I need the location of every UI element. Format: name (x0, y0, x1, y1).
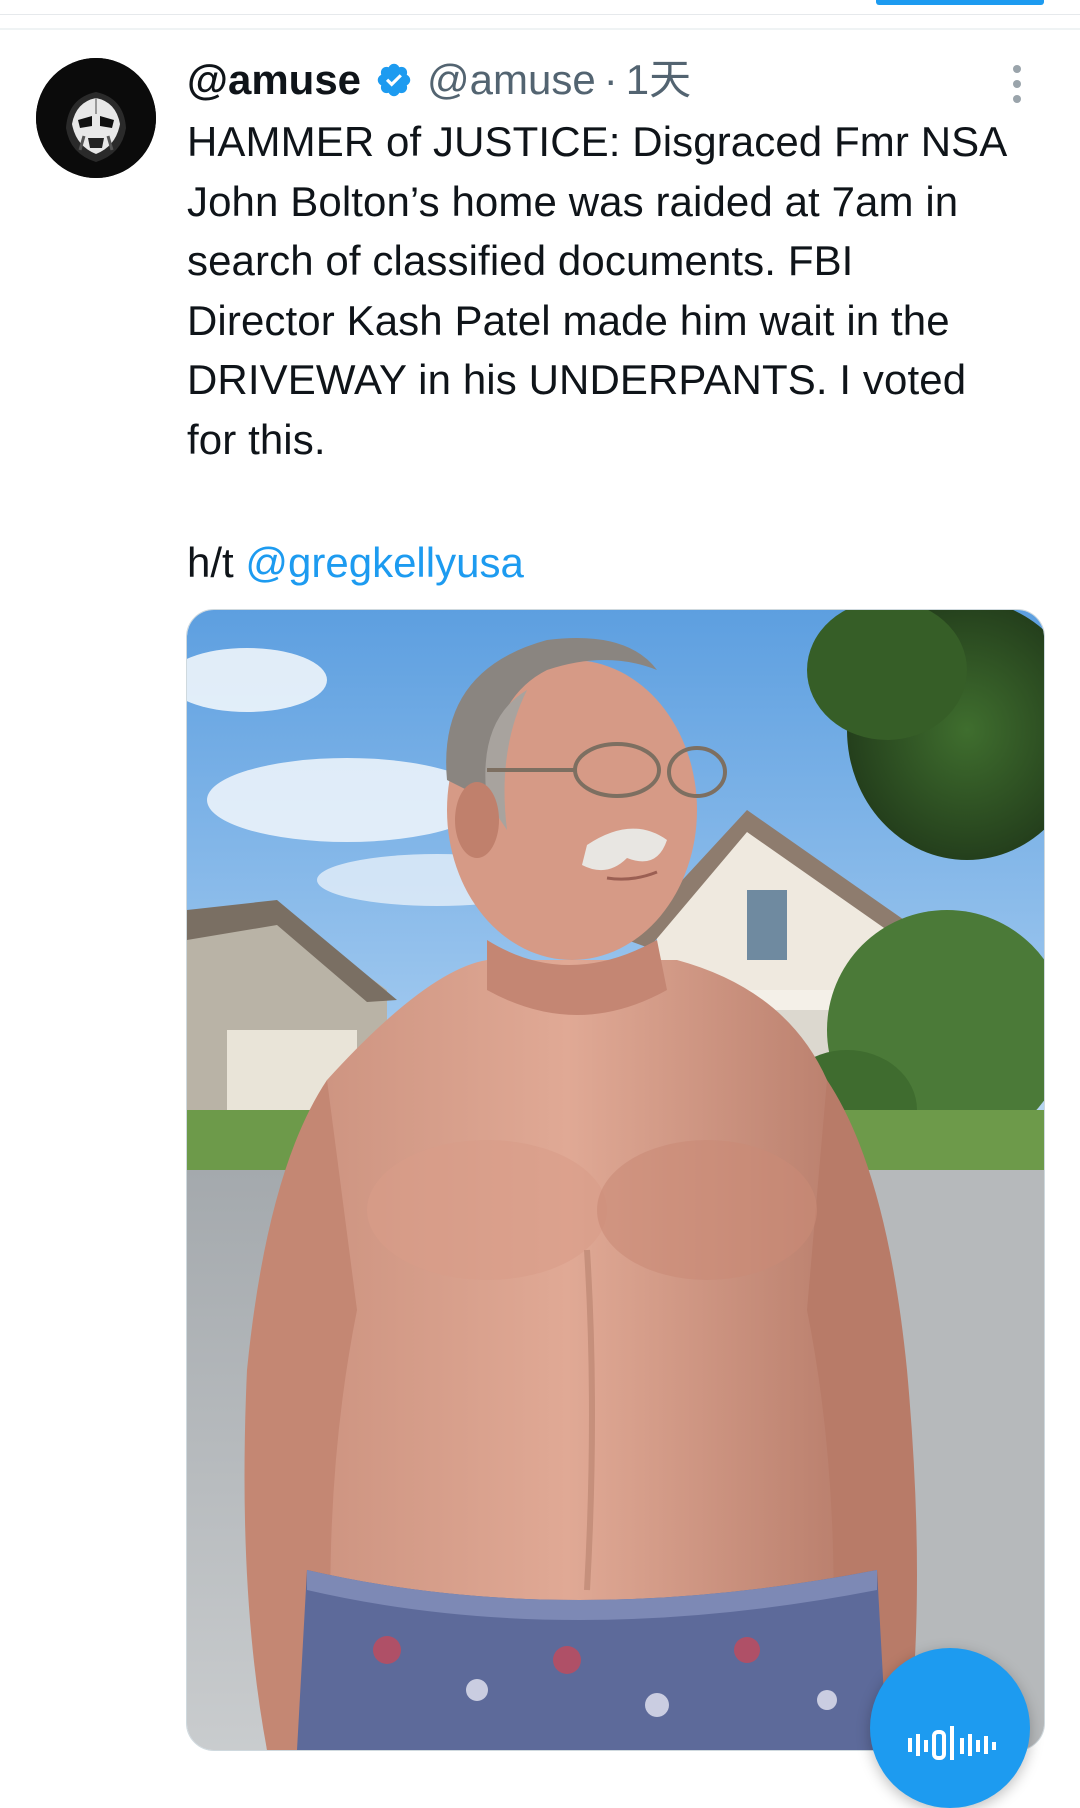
hat-tip-prefix: h/t (187, 539, 246, 586)
more-vertical-icon[interactable] (1006, 62, 1028, 106)
timestamp[interactable]: 1天 (626, 52, 691, 108)
photo-illustration (187, 610, 1044, 1750)
tweet-photo[interactable] (186, 609, 1045, 1751)
display-name[interactable]: @amuse (187, 52, 361, 108)
mention-link[interactable]: @gregkellyusa (245, 539, 523, 586)
tweet-text: HAMMER of JUSTICE: Disgraced Fmr NSA Joh… (187, 118, 1008, 463)
divider (0, 28, 1080, 30)
verified-badge-icon (377, 63, 411, 97)
separator: · (603, 56, 618, 103)
hat-tip: h/t @gregkellyusa (187, 533, 524, 592)
stormtrooper-avatar-icon (36, 58, 156, 178)
active-tab-indicator (876, 0, 1044, 5)
voice-wave-icon (908, 1726, 996, 1760)
tweet-header: @amuse @amuse · 1天 (187, 52, 691, 108)
avatar[interactable] (36, 58, 156, 178)
handle[interactable]: @amuse (427, 52, 596, 108)
